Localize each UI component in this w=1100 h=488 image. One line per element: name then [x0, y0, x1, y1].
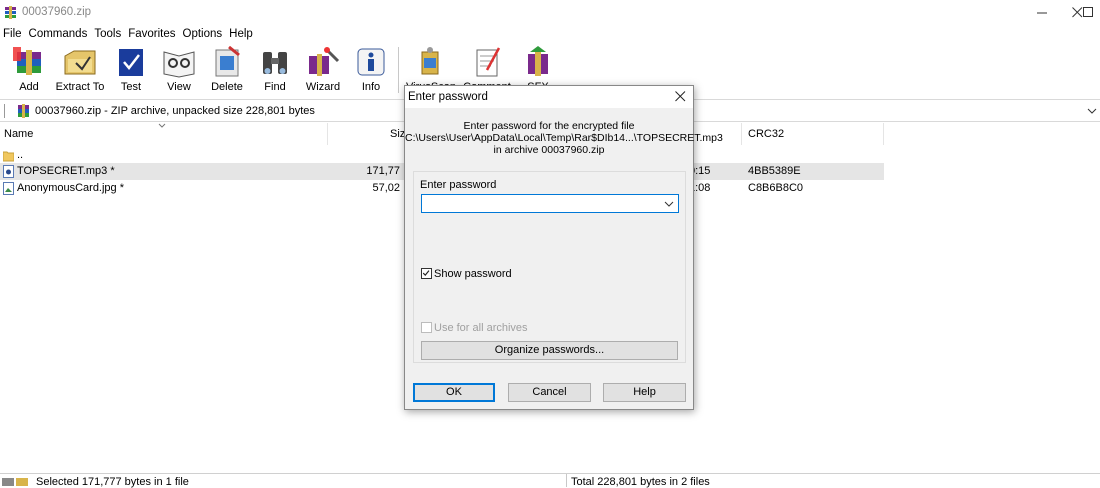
wizard-label: Wizard — [305, 81, 341, 93]
image-file-icon — [3, 182, 14, 195]
password-label: Enter password — [420, 179, 497, 191]
column-divider[interactable] — [883, 123, 884, 145]
status-selected: Selected 171,777 bytes in 1 file — [36, 476, 189, 488]
status-divider — [566, 474, 567, 487]
close-window-button[interactable] — [1054, 0, 1100, 25]
add-button[interactable]: Add — [4, 46, 54, 96]
help-button[interactable]: Help — [603, 383, 686, 402]
chevron-down-icon[interactable] — [664, 200, 674, 208]
info-label: Info — [361, 81, 381, 93]
file-name: AnonymousCard.jpg * — [17, 182, 125, 194]
show-password-checkbox[interactable] — [421, 268, 432, 279]
menu-tools[interactable]: Tools — [91, 28, 125, 40]
menu-options[interactable]: Options — [180, 28, 227, 40]
extract-to-label: Extract To — [55, 81, 105, 93]
delete-icon — [215, 46, 240, 77]
column-header-name[interactable]: Name — [0, 123, 33, 145]
find-label: Find — [264, 81, 286, 93]
column-divider[interactable] — [741, 123, 742, 145]
file-crc32: C8B6B8C0 — [748, 182, 804, 194]
binoculars-icon — [263, 52, 287, 74]
status-total: Total 228,801 bytes in 2 files — [571, 476, 710, 488]
checkmark-icon — [422, 270, 430, 276]
close-icon[interactable] — [675, 91, 686, 102]
use-for-all-archives-checkbox[interactable] — [421, 322, 432, 333]
menu-favorites[interactable]: Favorites — [125, 28, 179, 40]
file-size: 57,02 — [372, 182, 400, 194]
add-label: Add — [19, 81, 39, 93]
dialog-message: Enter password for the encrypted file C:… — [405, 120, 723, 156]
menu-bar: File Commands Tools Favorites Options He… — [0, 25, 1100, 43]
extract-to-button[interactable]: Extract To — [55, 46, 105, 96]
zip-archive-icon — [18, 104, 29, 118]
title-bar: 00037960.zip — [0, 0, 1100, 25]
sfx-icon — [528, 46, 548, 76]
winrar-app-icon — [5, 6, 16, 19]
file-size: 171,77 — [366, 165, 400, 177]
virus-scan-icon — [421, 47, 439, 75]
find-button[interactable]: Find — [250, 46, 300, 96]
sort-descending-icon — [158, 123, 166, 128]
folder-icon — [3, 151, 14, 162]
show-password-label: Show password — [434, 268, 512, 280]
chevron-down-icon[interactable] — [1087, 106, 1097, 116]
password-dialog: Enter password Enter password for the en… — [404, 85, 723, 410]
wizard-icon — [309, 47, 340, 76]
column-header-crc32[interactable]: CRC32 — [744, 123, 784, 145]
message-line: in archive 00037960.zip — [493, 144, 605, 156]
test-label: Test — [120, 81, 142, 93]
window-title: 00037960.zip — [22, 6, 92, 18]
info-icon — [357, 48, 385, 76]
message-file-path: C:\Users\User\AppData\Local\Temp\Rar$DIb… — [405, 132, 723, 144]
test-button[interactable]: Test — [106, 46, 156, 96]
view-label: View — [167, 81, 191, 93]
view-icon — [163, 51, 195, 78]
menu-commands[interactable]: Commands — [26, 28, 92, 40]
status-bar: Selected 171,777 bytes in 1 file Total 2… — [0, 473, 1100, 488]
add-archive-icon — [13, 47, 41, 75]
list-empty-area — [0, 198, 328, 473]
message-line: Enter password for the encrypted file — [463, 120, 635, 132]
delete-button[interactable]: Delete — [202, 46, 252, 96]
organize-passwords-button[interactable]: Organize passwords... — [421, 341, 678, 360]
comment-icon — [476, 47, 501, 77]
view-button[interactable]: View — [154, 46, 204, 96]
ok-button[interactable]: OK — [413, 383, 495, 402]
archive-path-text: 00037960.zip - ZIP archive, unpacked siz… — [35, 105, 315, 117]
dialog-title: Enter password — [408, 91, 488, 103]
use-for-all-archives-label: Use for all archives — [434, 322, 528, 334]
password-input[interactable] — [421, 194, 679, 213]
toolbar-separator — [398, 47, 399, 93]
delete-label: Delete — [211, 81, 243, 93]
up-folder-button[interactable] — [4, 104, 8, 118]
file-crc32: 4BB5389E — [748, 165, 801, 177]
test-icon — [119, 49, 143, 76]
column-divider[interactable] — [327, 123, 328, 145]
info-button[interactable]: Info — [346, 46, 396, 96]
file-name: TOPSECRET.mp3 * — [17, 165, 115, 177]
cancel-button[interactable]: Cancel — [508, 383, 591, 402]
close-icon — [1071, 7, 1082, 18]
file-name: .. — [17, 149, 24, 161]
wizard-button[interactable]: Wizard — [298, 46, 348, 96]
audio-file-icon — [3, 165, 14, 178]
menu-help[interactable]: Help — [226, 28, 257, 40]
status-drive-icon — [2, 478, 28, 486]
menu-file[interactable]: File — [0, 28, 26, 40]
extract-icon — [64, 50, 96, 75]
dialog-title-bar: Enter password — [405, 86, 693, 108]
